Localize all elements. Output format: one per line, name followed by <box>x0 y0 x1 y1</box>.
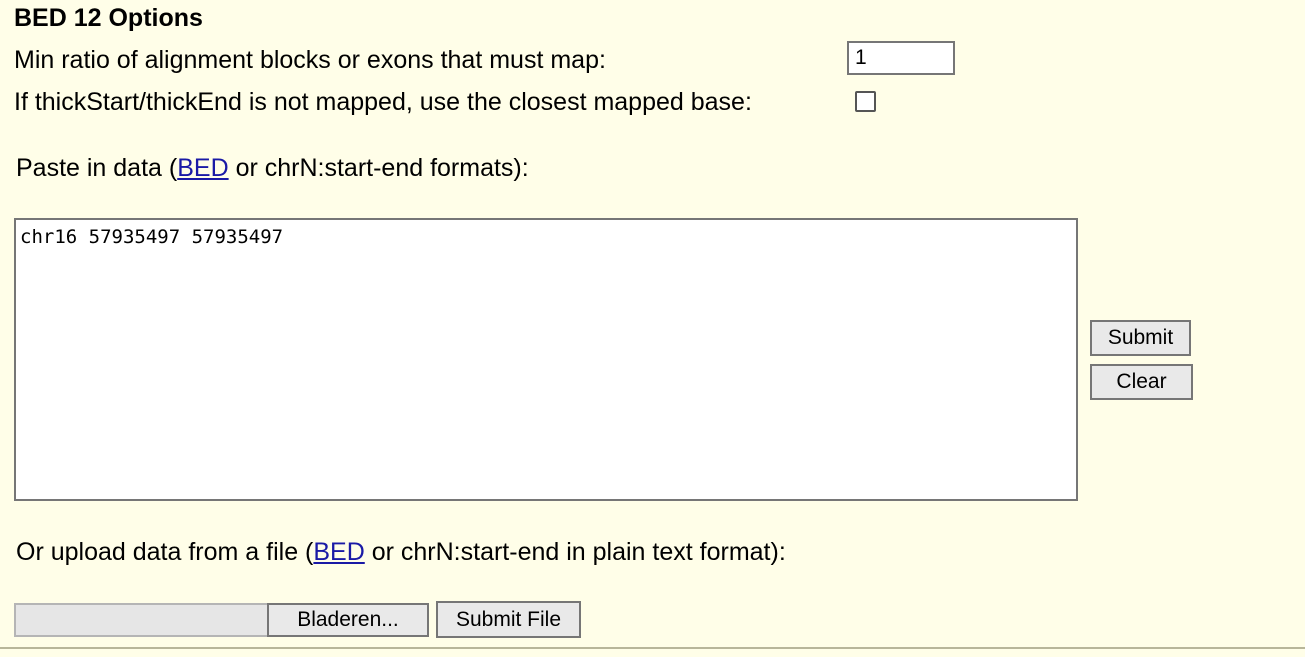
browse-file-button[interactable]: Bladeren... <box>267 603 429 637</box>
upload-bed-link[interactable]: BED <box>313 538 364 566</box>
paste-bed-link[interactable]: BED <box>177 154 228 182</box>
paste-data-label: Paste in data (BED or chrN:start-end for… <box>16 153 529 183</box>
paste-label-suffix: or chrN:start-end formats): <box>228 154 529 182</box>
min-ratio-label: Min ratio of alignment blocks or exons t… <box>14 46 606 74</box>
upload-label-prefix: Or upload data from a file ( <box>16 538 314 566</box>
file-path-field[interactable] <box>14 603 268 637</box>
paste-label-prefix: Paste in data ( <box>16 154 178 182</box>
section-divider <box>0 647 1305 649</box>
bed12-options-heading: BED 12 Options <box>14 4 203 32</box>
paste-data-textarea[interactable]: chr16 57935497 57935497 <box>14 218 1078 501</box>
thick-closest-label: If thickStart/thickEnd is not mapped, us… <box>14 88 752 116</box>
upload-label-suffix: or chrN:start-end in plain text format): <box>364 538 786 566</box>
upload-data-label: Or upload data from a file (BED or chrN:… <box>16 537 786 567</box>
submit-file-button[interactable]: Submit File <box>436 601 581 638</box>
thick-closest-checkbox[interactable] <box>855 91 876 112</box>
clear-button[interactable]: Clear <box>1090 364 1193 400</box>
submit-button[interactable]: Submit <box>1090 320 1191 356</box>
min-ratio-input[interactable] <box>847 41 955 75</box>
